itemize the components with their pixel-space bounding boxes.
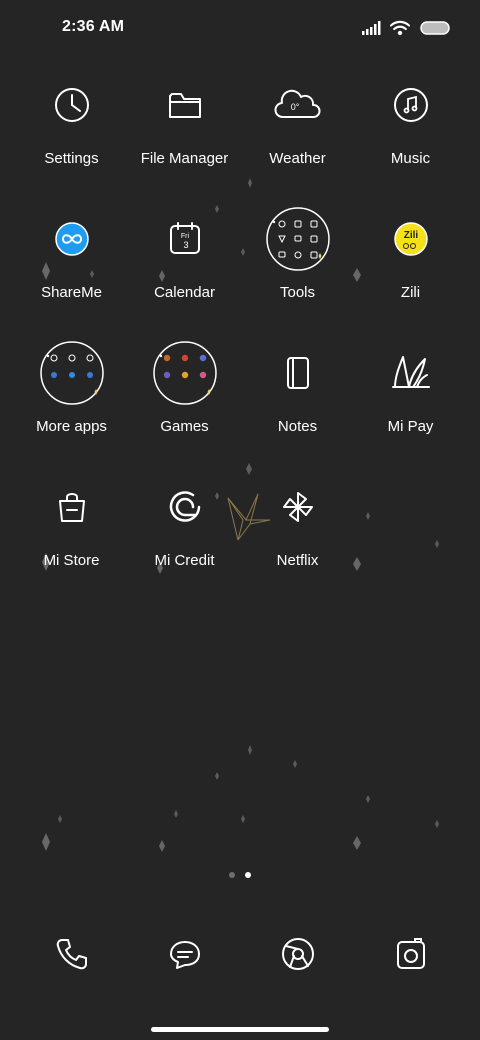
clock-icon <box>37 70 107 140</box>
zili-icon: Zili <box>376 204 446 274</box>
app-file-manager[interactable]: File Manager <box>128 70 241 204</box>
app-mi-store[interactable]: Mi Store <box>15 472 128 606</box>
wifi-icon <box>390 20 410 36</box>
battery-icon <box>420 21 450 35</box>
app-label: Zili <box>400 284 421 301</box>
pinwheel-icon <box>263 472 333 542</box>
notes-icon <box>263 338 333 408</box>
home-indicator[interactable] <box>151 1027 329 1032</box>
app-label: Calendar <box>154 284 215 301</box>
cloud-icon: 0° <box>263 70 333 140</box>
status-icons <box>362 18 450 38</box>
more-apps-folder-icon <box>37 338 107 408</box>
shopping-bag-icon <box>37 472 107 542</box>
app-zili[interactable]: Zili Zili <box>354 204 467 338</box>
phone-icon <box>52 934 92 979</box>
app-label: Settings <box>44 150 99 167</box>
folder-games[interactable]: Games <box>128 338 241 472</box>
weather-temperature: 0° <box>290 102 299 112</box>
app-label: Music <box>390 150 431 167</box>
app-calendar[interactable]: Fri 3 Calendar <box>128 204 241 338</box>
app-label: Games <box>160 418 209 435</box>
app-label: Netflix <box>276 552 319 569</box>
calendar-day: Fri <box>180 233 189 240</box>
dock-camera[interactable] <box>354 932 467 980</box>
app-shareme[interactable]: ShareMe <box>15 204 128 338</box>
app-label: Mi Credit <box>154 552 215 569</box>
folder-icon <box>150 70 220 140</box>
calendar-date: 3 <box>183 240 188 250</box>
folder-tools[interactable]: Tools <box>241 204 354 338</box>
app-music[interactable]: Music <box>354 70 467 204</box>
music-note-icon <box>376 70 446 140</box>
page-dot[interactable] <box>229 872 235 878</box>
page-dot-active[interactable] <box>245 872 251 878</box>
browser-icon <box>278 934 318 979</box>
app-label: Mi Store <box>43 552 100 569</box>
app-label: Notes <box>277 418 318 435</box>
app-mi-pay[interactable]: Mi Pay <box>354 338 467 472</box>
status-time: 2:36 AM <box>62 18 125 35</box>
app-grid: Settings File Manager 0° Weather Music S… <box>15 70 467 606</box>
status-bar: 2:36 AM <box>0 0 480 56</box>
app-label: Tools <box>279 284 316 301</box>
app-label: Weather <box>269 150 326 167</box>
shareme-icon <box>37 204 107 274</box>
zili-logo-text: Zili <box>403 230 418 241</box>
app-label: File Manager <box>140 150 229 167</box>
messages-icon <box>165 934 205 979</box>
app-notes[interactable]: Notes <box>241 338 354 472</box>
camera-icon <box>391 934 431 979</box>
app-netflix[interactable]: Netflix <box>241 472 354 606</box>
app-settings[interactable]: Settings <box>15 70 128 204</box>
tools-folder-icon <box>263 204 333 274</box>
mi-credit-icon <box>150 472 220 542</box>
dock-messages[interactable] <box>128 932 241 980</box>
app-mi-credit[interactable]: Mi Credit <box>128 472 241 606</box>
page-indicator[interactable] <box>0 872 480 878</box>
app-label: ShareMe <box>41 284 102 301</box>
games-folder-icon <box>150 338 220 408</box>
app-weather[interactable]: 0° Weather <box>241 70 354 204</box>
app-label: More apps <box>36 418 107 435</box>
dock <box>15 932 467 980</box>
folder-more-apps[interactable]: More apps <box>15 338 128 472</box>
signal-icon <box>362 21 382 35</box>
dock-phone[interactable] <box>15 932 128 980</box>
home-screen: 2:36 AM Settings File Manager 0° Weather… <box>0 0 480 1040</box>
app-label: Mi Pay <box>387 418 434 435</box>
calendar-icon: Fri 3 <box>150 204 220 274</box>
dock-browser[interactable] <box>241 932 354 980</box>
mi-pay-icon <box>376 338 446 408</box>
